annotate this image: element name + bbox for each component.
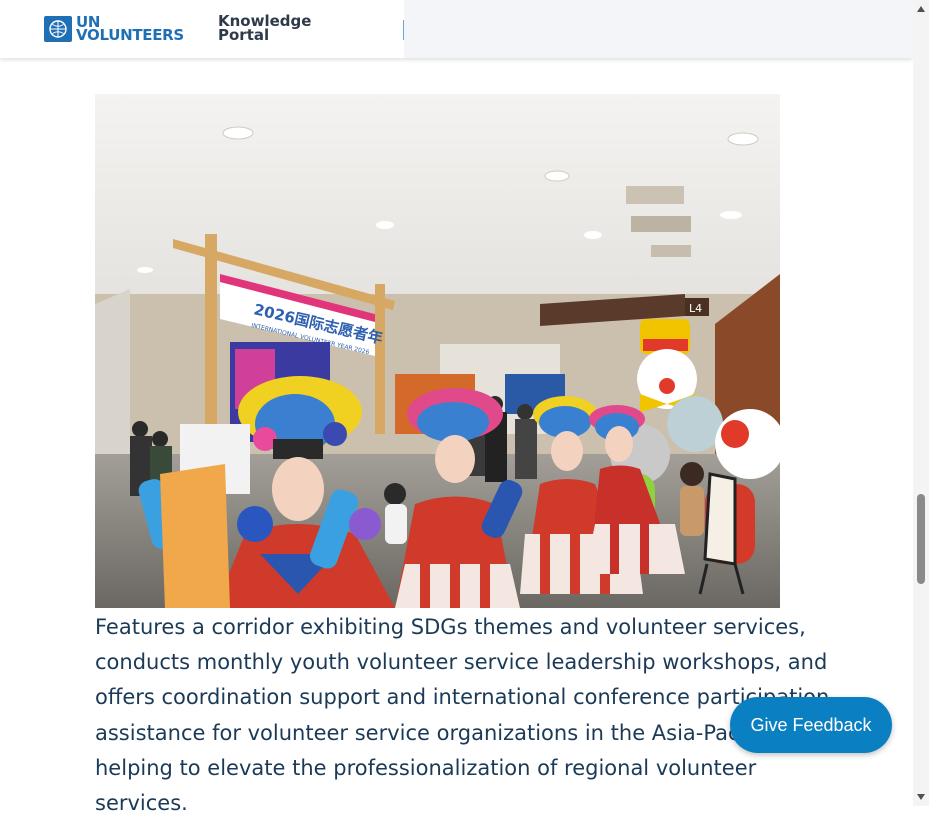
article-photo: 2026国际志愿者年 INTERNATIONAL VOLUNTEER YEAR … [95, 94, 780, 608]
header-divider [403, 20, 404, 40]
site-header: UN VOLUNTEERS Knowledge Portal [0, 0, 913, 58]
give-feedback-button[interactable]: Give Feedback [730, 697, 892, 753]
logo-wordmark: UN VOLUNTEERS [76, 15, 184, 44]
portal-line-portal: Portal [218, 26, 270, 44]
knowledge-portal-link[interactable]: Knowledge Portal [218, 14, 311, 44]
un-volunteers-logo[interactable]: UN VOLUNTEERS [44, 15, 184, 44]
scroll-down-arrow-icon[interactable] [913, 788, 929, 806]
page-scrollbar[interactable] [913, 0, 929, 806]
scroll-up-arrow-icon[interactable] [913, 0, 929, 18]
floor-sign-text: L4 [689, 302, 702, 315]
scrollbar-thumb[interactable] [917, 494, 925, 584]
un-emblem-icon [44, 16, 72, 42]
logo-line-volunteers: VOLUNTEERS [76, 26, 184, 44]
header-search-area [404, 0, 913, 58]
